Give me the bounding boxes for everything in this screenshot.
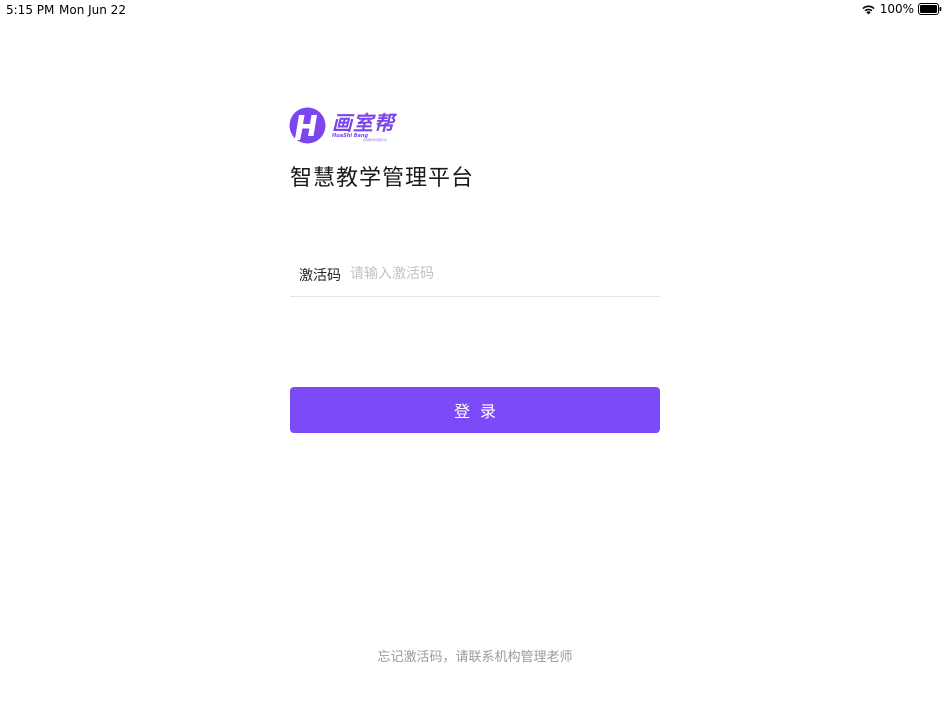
page-title: 智慧教学管理平台 xyxy=(290,166,475,191)
status-time: 5:15 PM xyxy=(6,3,55,17)
activation-code-input[interactable] xyxy=(350,262,650,286)
logo-mark-icon xyxy=(289,107,326,144)
battery-icon xyxy=(918,3,942,15)
status-date: Mon Jun 22 xyxy=(59,3,126,17)
forgot-code-hint: 忘记激活码，请联系机构管理老师 xyxy=(377,650,573,665)
brand-logo: 画室帮 HuaShi Bang 智慧教学管理平台 xyxy=(289,107,407,147)
status-indicators: 100% xyxy=(861,2,942,16)
activation-code-field: 激活码 xyxy=(290,260,660,297)
wifi-icon xyxy=(862,5,875,15)
status-bar: 5:15 PM Mon Jun 22 100% xyxy=(0,0,950,20)
logo-title: 画室帮 xyxy=(332,111,395,135)
activation-code-label: 激活码 xyxy=(299,268,341,284)
login-button[interactable]: 登录 xyxy=(290,387,660,433)
logo-tagline: 智慧教学管理平台 xyxy=(363,138,388,142)
battery-percent: 100% xyxy=(879,2,914,16)
login-screen: 5:15 PM Mon Jun 22 100% 画室帮 HuaShi Bang … xyxy=(0,0,950,712)
